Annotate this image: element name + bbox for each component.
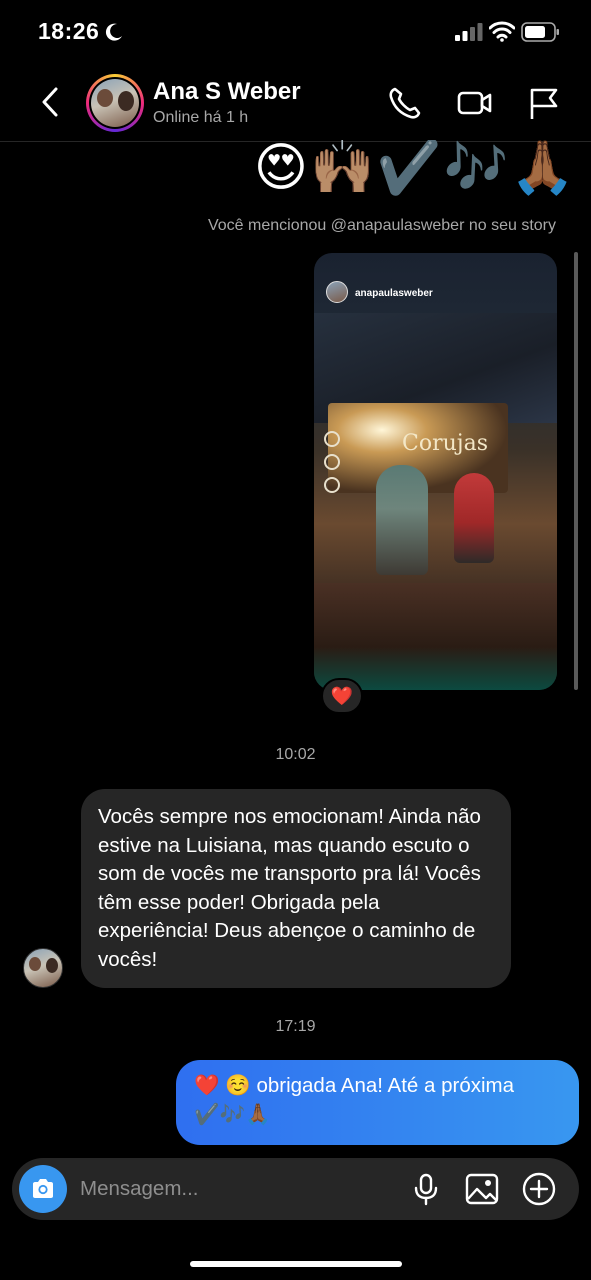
outgoing-message[interactable]: ❤️ ☺️ obrigada Ana! Até a próxima ✔️🎶🙏🏾	[176, 1060, 579, 1145]
story-author-handle: anapaulasweber	[355, 288, 433, 299]
flag-icon[interactable]	[526, 84, 564, 122]
status-bar: 18:26	[0, 0, 591, 64]
camera-button[interactable]	[19, 1165, 67, 1213]
story-mention-note: Você mencionou @anapaulasweber no seu st…	[207, 217, 556, 234]
wifi-icon	[489, 21, 515, 42]
heart-reaction[interactable]: ❤️	[321, 678, 363, 714]
signal-icon	[455, 23, 483, 41]
microphone-icon[interactable]	[408, 1171, 444, 1207]
gallery-icon[interactable]	[464, 1171, 500, 1207]
camera-icon	[33, 1179, 53, 1198]
message-timestamp: 10:02	[275, 746, 316, 763]
contact-name[interactable]: Ana S Weber	[153, 78, 301, 106]
heart-icon: ❤️	[330, 685, 354, 706]
plus-circle-icon[interactable]	[521, 1171, 557, 1207]
message-composer	[12, 1158, 579, 1220]
incoming-message[interactable]: Vocês sempre nos emocionam! Ainda não es…	[81, 789, 511, 988]
chat-header: Ana S Weber Online há 1 h	[0, 64, 591, 142]
phone-icon[interactable]	[386, 84, 424, 122]
status-time: 18:26	[38, 18, 100, 44]
contact-avatar[interactable]	[86, 74, 144, 132]
story-author-avatar	[326, 281, 348, 303]
sender-avatar[interactable]	[23, 948, 63, 988]
emoji-message[interactable]: 😍🙌🏽✔️🎶🙏🏾	[254, 140, 577, 196]
sign-icons	[324, 431, 342, 500]
home-indicator[interactable]	[190, 1261, 402, 1267]
moon-icon	[105, 23, 122, 41]
story-sign-text: Corujas	[402, 431, 488, 456]
back-icon[interactable]	[36, 84, 66, 120]
story-mention-preview[interactable]: Corujas anapaulasweber	[314, 253, 557, 690]
scrollbar[interactable]	[574, 252, 578, 690]
contact-status: Online há 1 h	[153, 109, 249, 126]
message-timestamp: 17:19	[275, 1018, 316, 1035]
battery-icon	[521, 22, 559, 42]
video-icon[interactable]	[456, 84, 494, 122]
message-input[interactable]	[80, 1175, 380, 1203]
